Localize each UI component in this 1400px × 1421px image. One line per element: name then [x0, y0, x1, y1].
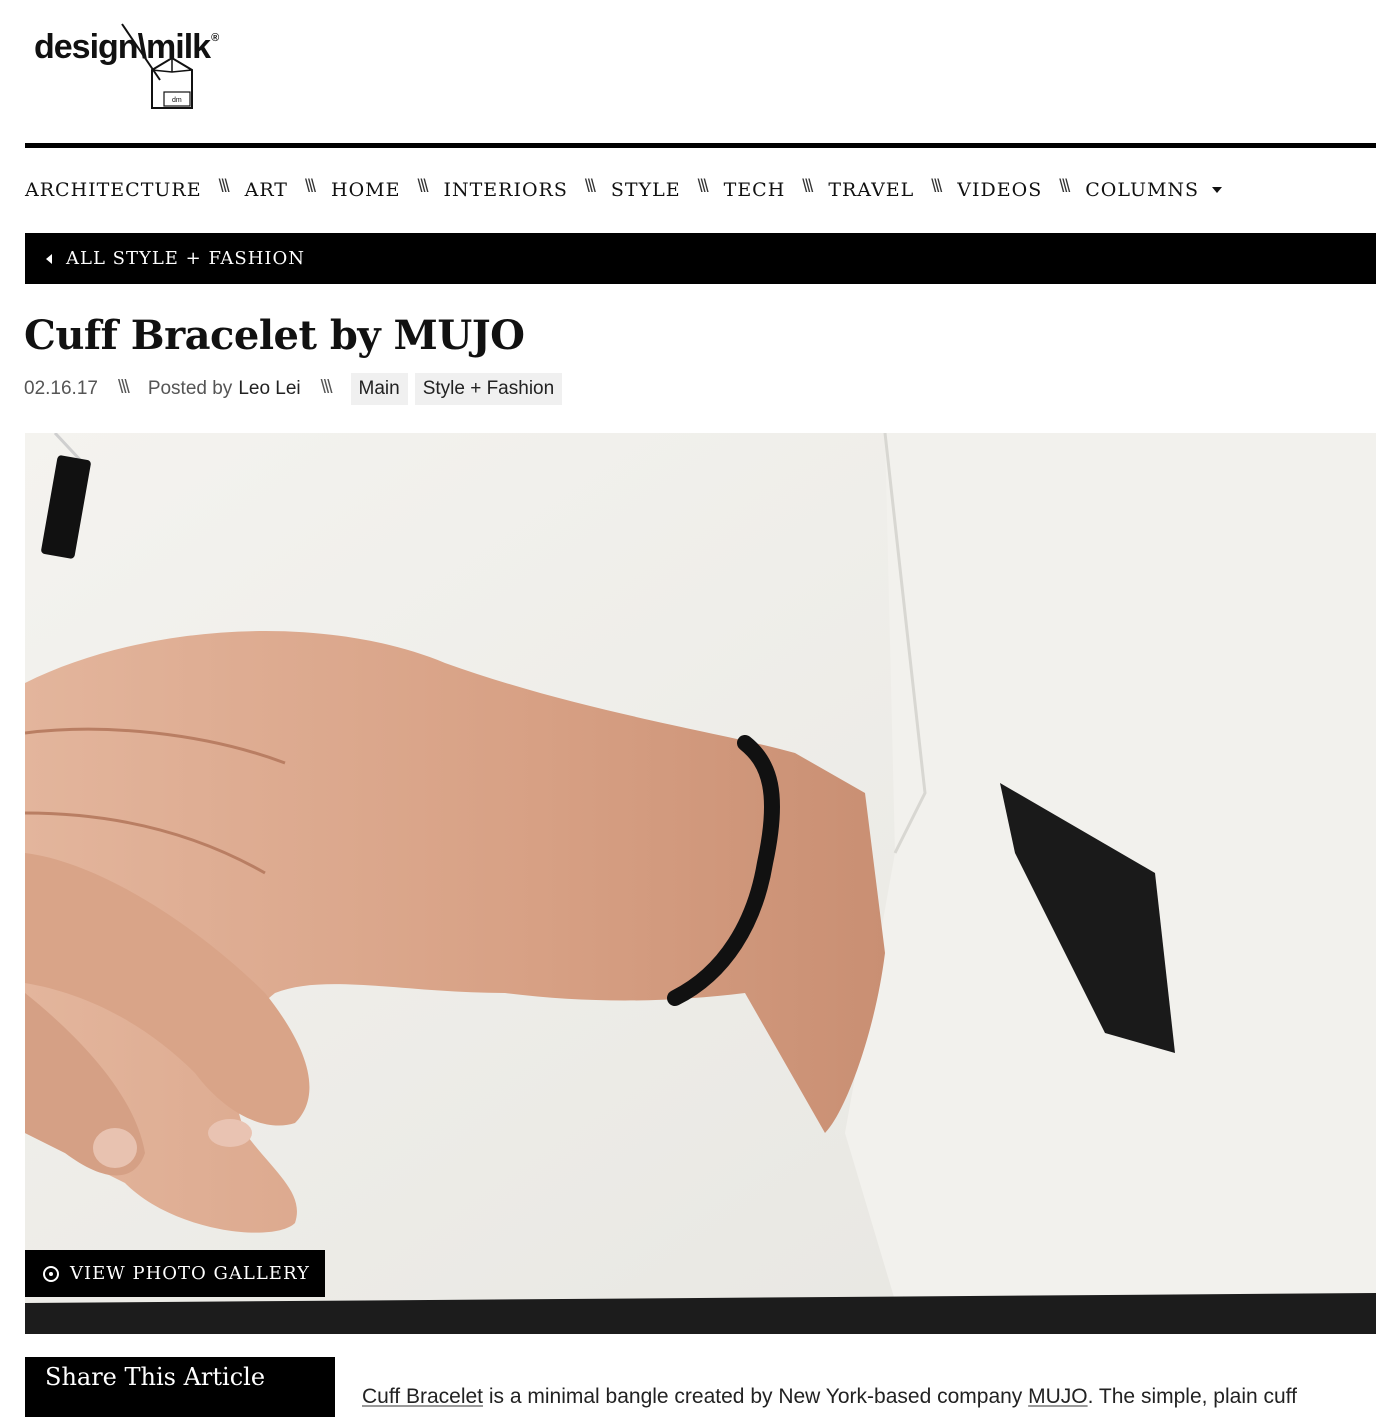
share-article-box: Share This Article	[25, 1357, 335, 1417]
nav-item-architecture[interactable]: ARCHITECTURE	[25, 179, 202, 201]
header-rule	[25, 143, 1376, 148]
nav-item-home[interactable]: HOME	[331, 179, 400, 201]
article-body: Cuff Bracelet is a minimal bangle create…	[362, 1381, 1362, 1421]
logo-registered-mark: ®	[211, 32, 219, 44]
logo-wordmark: design\milk	[34, 28, 211, 66]
article-title: Cuff Bracelet by MUJO	[24, 312, 525, 359]
share-article-title: Share This Article	[45, 1363, 266, 1391]
meta-separator: \\\	[320, 377, 333, 398]
circle-dot-icon	[43, 1265, 59, 1282]
view-photo-gallery-label: VIEW PHOTO GALLERY	[70, 1263, 310, 1284]
nav-separator: \\\	[697, 175, 709, 196]
posted-by-label: Posted by	[147, 378, 233, 399]
back-to-category-label: ALL STYLE + FASHION	[66, 248, 306, 269]
chevron-down-icon	[1212, 187, 1223, 193]
body-text-1: is a minimal bangle created by New York-…	[483, 1385, 1029, 1408]
nav-item-tech[interactable]: TECH	[724, 179, 786, 201]
cuff-bracelet-link[interactable]: Cuff Bracelet	[362, 1385, 483, 1408]
author-link[interactable]: Leo Lei	[238, 378, 300, 400]
meta-separator: \\\	[117, 377, 130, 398]
nav-item-columns[interactable]: COLUMNS	[1085, 179, 1223, 201]
tag-style-fashion[interactable]: Style + Fashion	[414, 373, 563, 405]
nav-item-interiors[interactable]: INTERIORS	[444, 179, 568, 201]
back-to-category-link[interactable]: ALL STYLE + FASHION	[25, 233, 1376, 284]
nav-item-art[interactable]: ART	[245, 179, 288, 201]
site-logo[interactable]: dm design\milk®	[32, 22, 252, 114]
nav-separator: \\\	[802, 175, 813, 196]
bracelet-photo	[25, 433, 1376, 1334]
nav-separator: \\\	[304, 175, 316, 196]
nav-item-columns-label: COLUMNS	[1085, 179, 1200, 201]
article-date: 02.16.17	[24, 378, 98, 399]
nav-separator: \\\	[931, 175, 942, 196]
view-photo-gallery-button[interactable]: VIEW PHOTO GALLERY	[25, 1250, 325, 1297]
body-text-2: . The simple, plain cuff	[1087, 1385, 1297, 1408]
nav-item-style[interactable]: STYLE	[611, 179, 681, 201]
triangle-left-icon	[46, 253, 52, 264]
nav-separator: \\\	[1059, 175, 1070, 196]
nav-separator: \\\	[417, 175, 428, 196]
tag-main[interactable]: Main	[350, 373, 408, 405]
nav-separator: \\\	[584, 175, 596, 196]
article-meta: 02.16.17 \\\ Posted by Leo Lei \\\ Main …	[24, 372, 569, 406]
main-nav: ARCHITECTURE \\\ ART \\\ HOME \\\ INTERI…	[25, 172, 1223, 208]
nav-item-travel[interactable]: TRAVEL	[828, 179, 914, 201]
carton-label: dm	[172, 97, 182, 104]
nav-item-videos[interactable]: VIDEOS	[957, 179, 1042, 201]
nav-separator: \\\	[218, 175, 230, 196]
hero-image[interactable]: VIEW PHOTO GALLERY	[25, 433, 1376, 1334]
mujo-link[interactable]: MUJO	[1028, 1385, 1088, 1408]
